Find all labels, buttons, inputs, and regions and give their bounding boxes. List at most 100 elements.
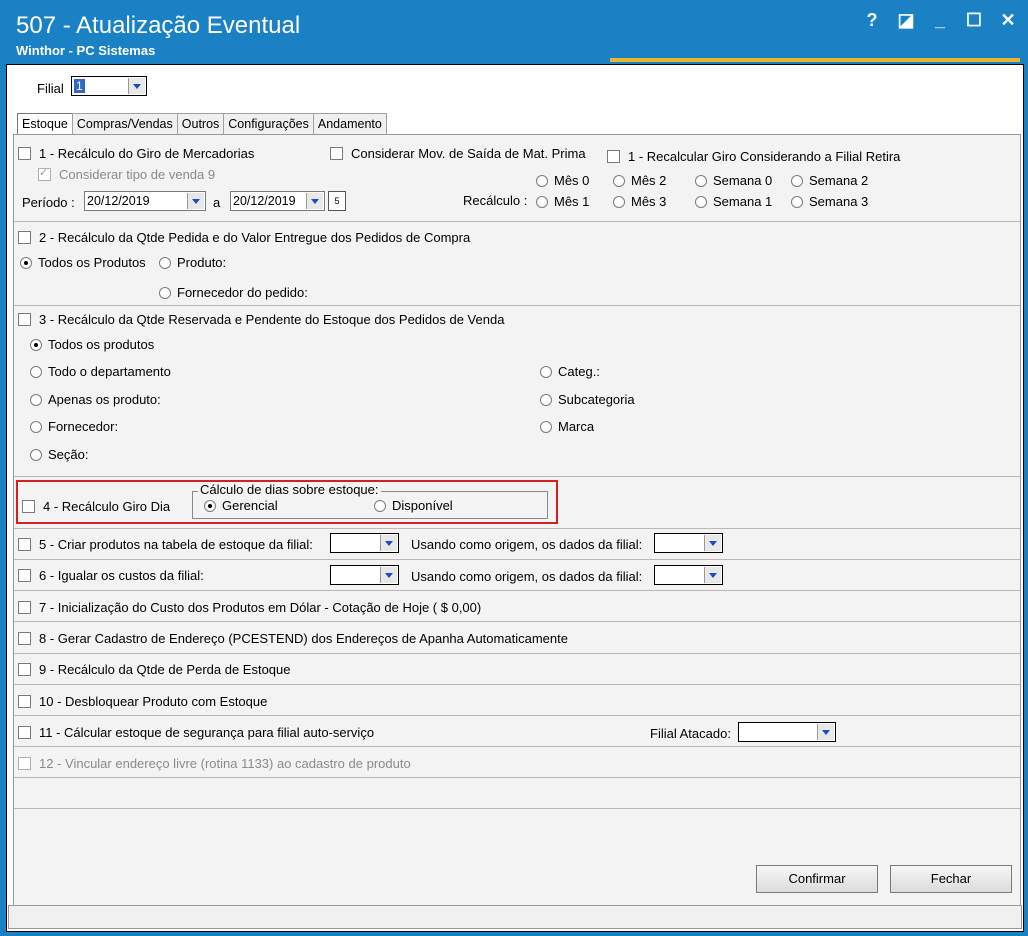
section1-checkbox[interactable]: 1 - Recálculo do Giro de Mercadorias [18,146,254,161]
radio-todos-produtos[interactable]: Todos os Produtos [20,255,146,270]
checkbox[interactable] [18,538,31,552]
radio-mes1[interactable]: Mês 1 [536,194,589,209]
radio-button[interactable] [536,195,548,208]
radio-semana1[interactable]: Semana 1 [695,194,772,209]
radio-button[interactable] [540,420,552,433]
checkbox[interactable] [18,147,31,161]
radio-label: Todo o departamento [48,364,171,379]
checkbox[interactable] [18,663,31,677]
radio-button[interactable] [613,195,625,208]
checkbox[interactable] [18,632,31,646]
section4-checkbox[interactable]: 4 - Recálculo Giro Dia [22,499,170,514]
date-from-input[interactable]: 20/12/2019 [84,191,206,211]
section5-checkbox[interactable]: 5 - Criar produtos na tabela de estoque … [18,537,313,552]
chevron-down-icon[interactable] [187,193,204,209]
consider-mov-checkbox[interactable]: Considerar Mov. de Saída de Mat. Prima [330,146,586,161]
radio-button[interactable] [791,174,803,187]
radio-mes2[interactable]: Mês 2 [613,173,666,188]
chevron-down-icon[interactable] [704,535,721,551]
radio-apenas-produto[interactable]: Apenas os produto: [30,392,161,407]
section2-checkbox[interactable]: 2 - Recálculo da Qtde Pedida e do Valor … [18,230,470,245]
radio-semana0[interactable]: Semana 0 [695,173,772,188]
radio-categ[interactable]: Categ.: [540,364,600,379]
tab-andamento[interactable]: Andamento [312,113,387,134]
fechar-button[interactable]: Fechar [890,865,1012,893]
confirmar-button[interactable]: Confirmar [756,865,878,893]
checkbox[interactable] [18,695,31,709]
radio-button[interactable] [159,256,171,269]
radio-fornecedor[interactable]: Fornecedor: [30,419,118,434]
divider [14,746,1020,747]
tab-estoque[interactable]: Estoque [17,113,73,134]
checkbox[interactable] [18,313,31,327]
calendar-icon[interactable]: 5 [328,191,346,211]
tab-compras-vendas[interactable]: Compras/Vendas [71,113,178,134]
help-icon[interactable]: ? [862,10,882,31]
radio-semana2[interactable]: Semana 2 [791,173,868,188]
checkbox[interactable] [18,231,31,245]
chevron-down-icon[interactable] [704,567,721,583]
radio-gerencial[interactable]: Gerencial [204,498,278,513]
radio-subcategoria[interactable]: Subcategoria [540,392,635,407]
minimize-icon[interactable]: _ [930,10,950,31]
radio-semana3[interactable]: Semana 3 [791,194,868,209]
radio-mes0[interactable]: Mês 0 [536,173,589,188]
recalc-filial-checkbox[interactable]: 1 - Recalcular Giro Considerando a Filia… [607,149,900,164]
close-icon[interactable]: ✕ [998,10,1018,31]
chevron-down-icon[interactable] [380,567,397,583]
filial-select[interactable]: 1 [71,76,147,96]
radio-button[interactable] [30,365,42,378]
section11-checkbox[interactable]: 11 - Cálcular estoque de segurança para … [18,725,374,740]
filial-atacado-select[interactable] [738,722,836,742]
radio-button[interactable] [695,174,707,187]
radio-button[interactable] [20,256,32,269]
radio-mes3[interactable]: Mês 3 [613,194,666,209]
date-to-input[interactable]: 20/12/2019 [230,191,325,211]
chevron-down-icon[interactable] [817,724,834,740]
maximize-icon[interactable]: ☐ [964,10,984,31]
radio-button[interactable] [536,174,548,187]
radio-produto[interactable]: Produto: [159,255,226,270]
checkbox[interactable] [330,147,343,161]
window-title: 507 - Atualização Eventual [16,12,301,39]
section3-checkbox[interactable]: 3 - Recálculo da Qtde Reservada e Penden… [18,312,504,327]
radio-button[interactable] [30,338,42,351]
radio-disponivel[interactable]: Disponível [374,498,453,513]
radio-button[interactable] [540,393,552,406]
section5-origem-select[interactable] [654,533,723,553]
chevron-down-icon[interactable] [128,78,145,94]
radio-button[interactable] [695,195,707,208]
section9-checkbox[interactable]: 9 - Recálculo da Qtde de Perda de Estoqu… [18,662,291,677]
checkbox[interactable] [18,569,31,583]
restore-icon[interactable]: ◪ [896,10,916,31]
section6-checkbox[interactable]: 6 - Igualar os custos da filial: [18,568,204,583]
radio-button[interactable] [374,499,386,512]
tab-outros[interactable]: Outros [176,113,225,134]
radio-marca[interactable]: Marca [540,419,594,434]
section8-checkbox[interactable]: 8 - Gerar Cadastro de Endereço (PCESTEND… [18,631,568,646]
radio-button[interactable] [540,365,552,378]
radio-button[interactable] [30,420,42,433]
radio-todos-os-produtos[interactable]: Todos os produtos [30,337,154,352]
radio-button[interactable] [30,448,42,461]
checkbox[interactable] [607,150,620,164]
section6-origem-select[interactable] [654,565,723,585]
radio-button[interactable] [30,393,42,406]
chevron-down-icon[interactable] [306,193,323,209]
section5-filial-select[interactable] [330,533,399,553]
radio-button[interactable] [159,286,171,299]
checkbox[interactable] [18,601,31,615]
radio-fornecedor-pedido[interactable]: Fornecedor do pedido: [159,285,308,300]
tab-configuracoes[interactable]: Configurações [223,113,314,134]
section10-checkbox[interactable]: 10 - Desbloquear Produto com Estoque [18,694,267,709]
checkbox[interactable] [22,500,35,514]
section6-filial-select[interactable] [330,565,399,585]
radio-secao[interactable]: Seção: [30,447,88,462]
checkbox[interactable] [18,726,31,740]
radio-button[interactable] [613,174,625,187]
chevron-down-icon[interactable] [380,535,397,551]
section7-checkbox[interactable]: 7 - Inicialização do Custo dos Produtos … [18,600,481,615]
radio-departamento[interactable]: Todo o departamento [30,364,171,379]
radio-button[interactable] [791,195,803,208]
radio-button[interactable] [204,499,216,512]
